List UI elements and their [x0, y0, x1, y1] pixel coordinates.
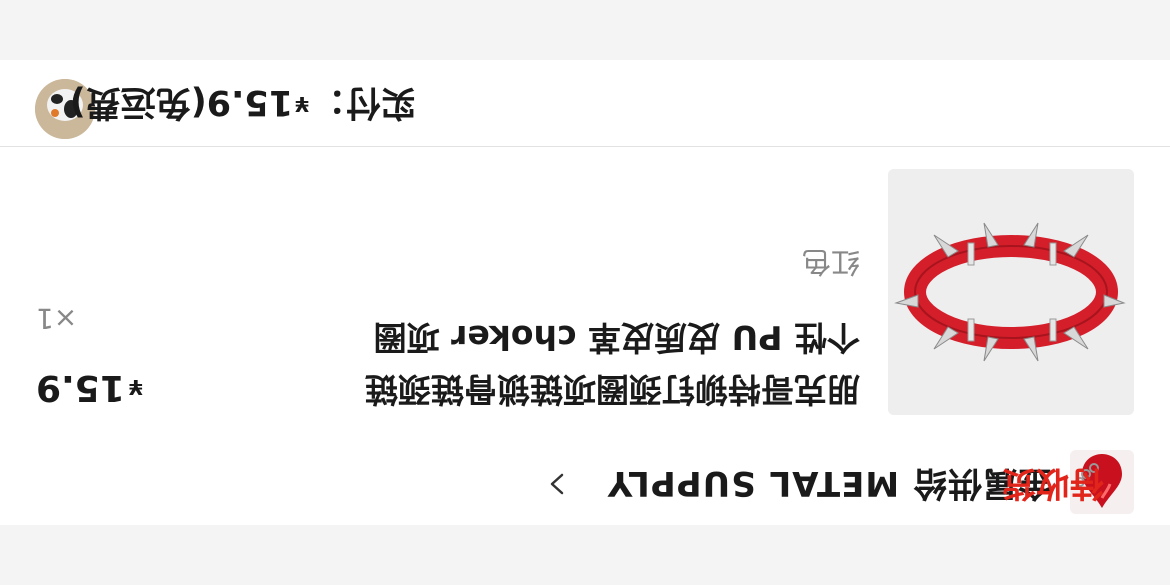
product-variant: 红色	[801, 245, 860, 279]
payment-amount: 15.9	[206, 82, 294, 122]
order-status: 待收货	[1002, 463, 1104, 503]
shop-name[interactable]: 金属供给 METAL SUPPLY	[607, 451, 1052, 515]
product-price: ¥15.9	[36, 361, 143, 413]
rotated-screen: 金属供给 METAL SUPPLY 待收货 朋克哥特铆钉颈圈项链锁骨链颈链个性 …	[0, 0, 1170, 585]
product-image[interactable]	[888, 169, 1134, 415]
chevron-right-icon[interactable]	[542, 469, 572, 499]
product-title[interactable]: 朋克哥特铆钉颈圈项链锁骨链颈链个性 PU 皮质皮革 choker 项圈	[340, 311, 860, 415]
payment-label: 实付：	[310, 82, 416, 122]
product-quantity: ×1	[36, 302, 78, 335]
price-value: 15.9	[36, 367, 125, 408]
payment-currency: ¥	[295, 92, 309, 116]
shop-header[interactable]: 金属供给 METAL SUPPLY 待收货	[0, 433, 1170, 525]
shipping-note: (免运费)	[69, 82, 207, 122]
payment-summary: 实付：¥15.9(免运费)	[70, 59, 416, 147]
choker-image	[888, 169, 1134, 415]
currency-symbol: ¥	[128, 375, 143, 399]
order-card[interactable]: 金属供给 METAL SUPPLY 待收货 朋克哥特铆钉颈圈项链锁骨链颈链个性 …	[0, 60, 1170, 525]
